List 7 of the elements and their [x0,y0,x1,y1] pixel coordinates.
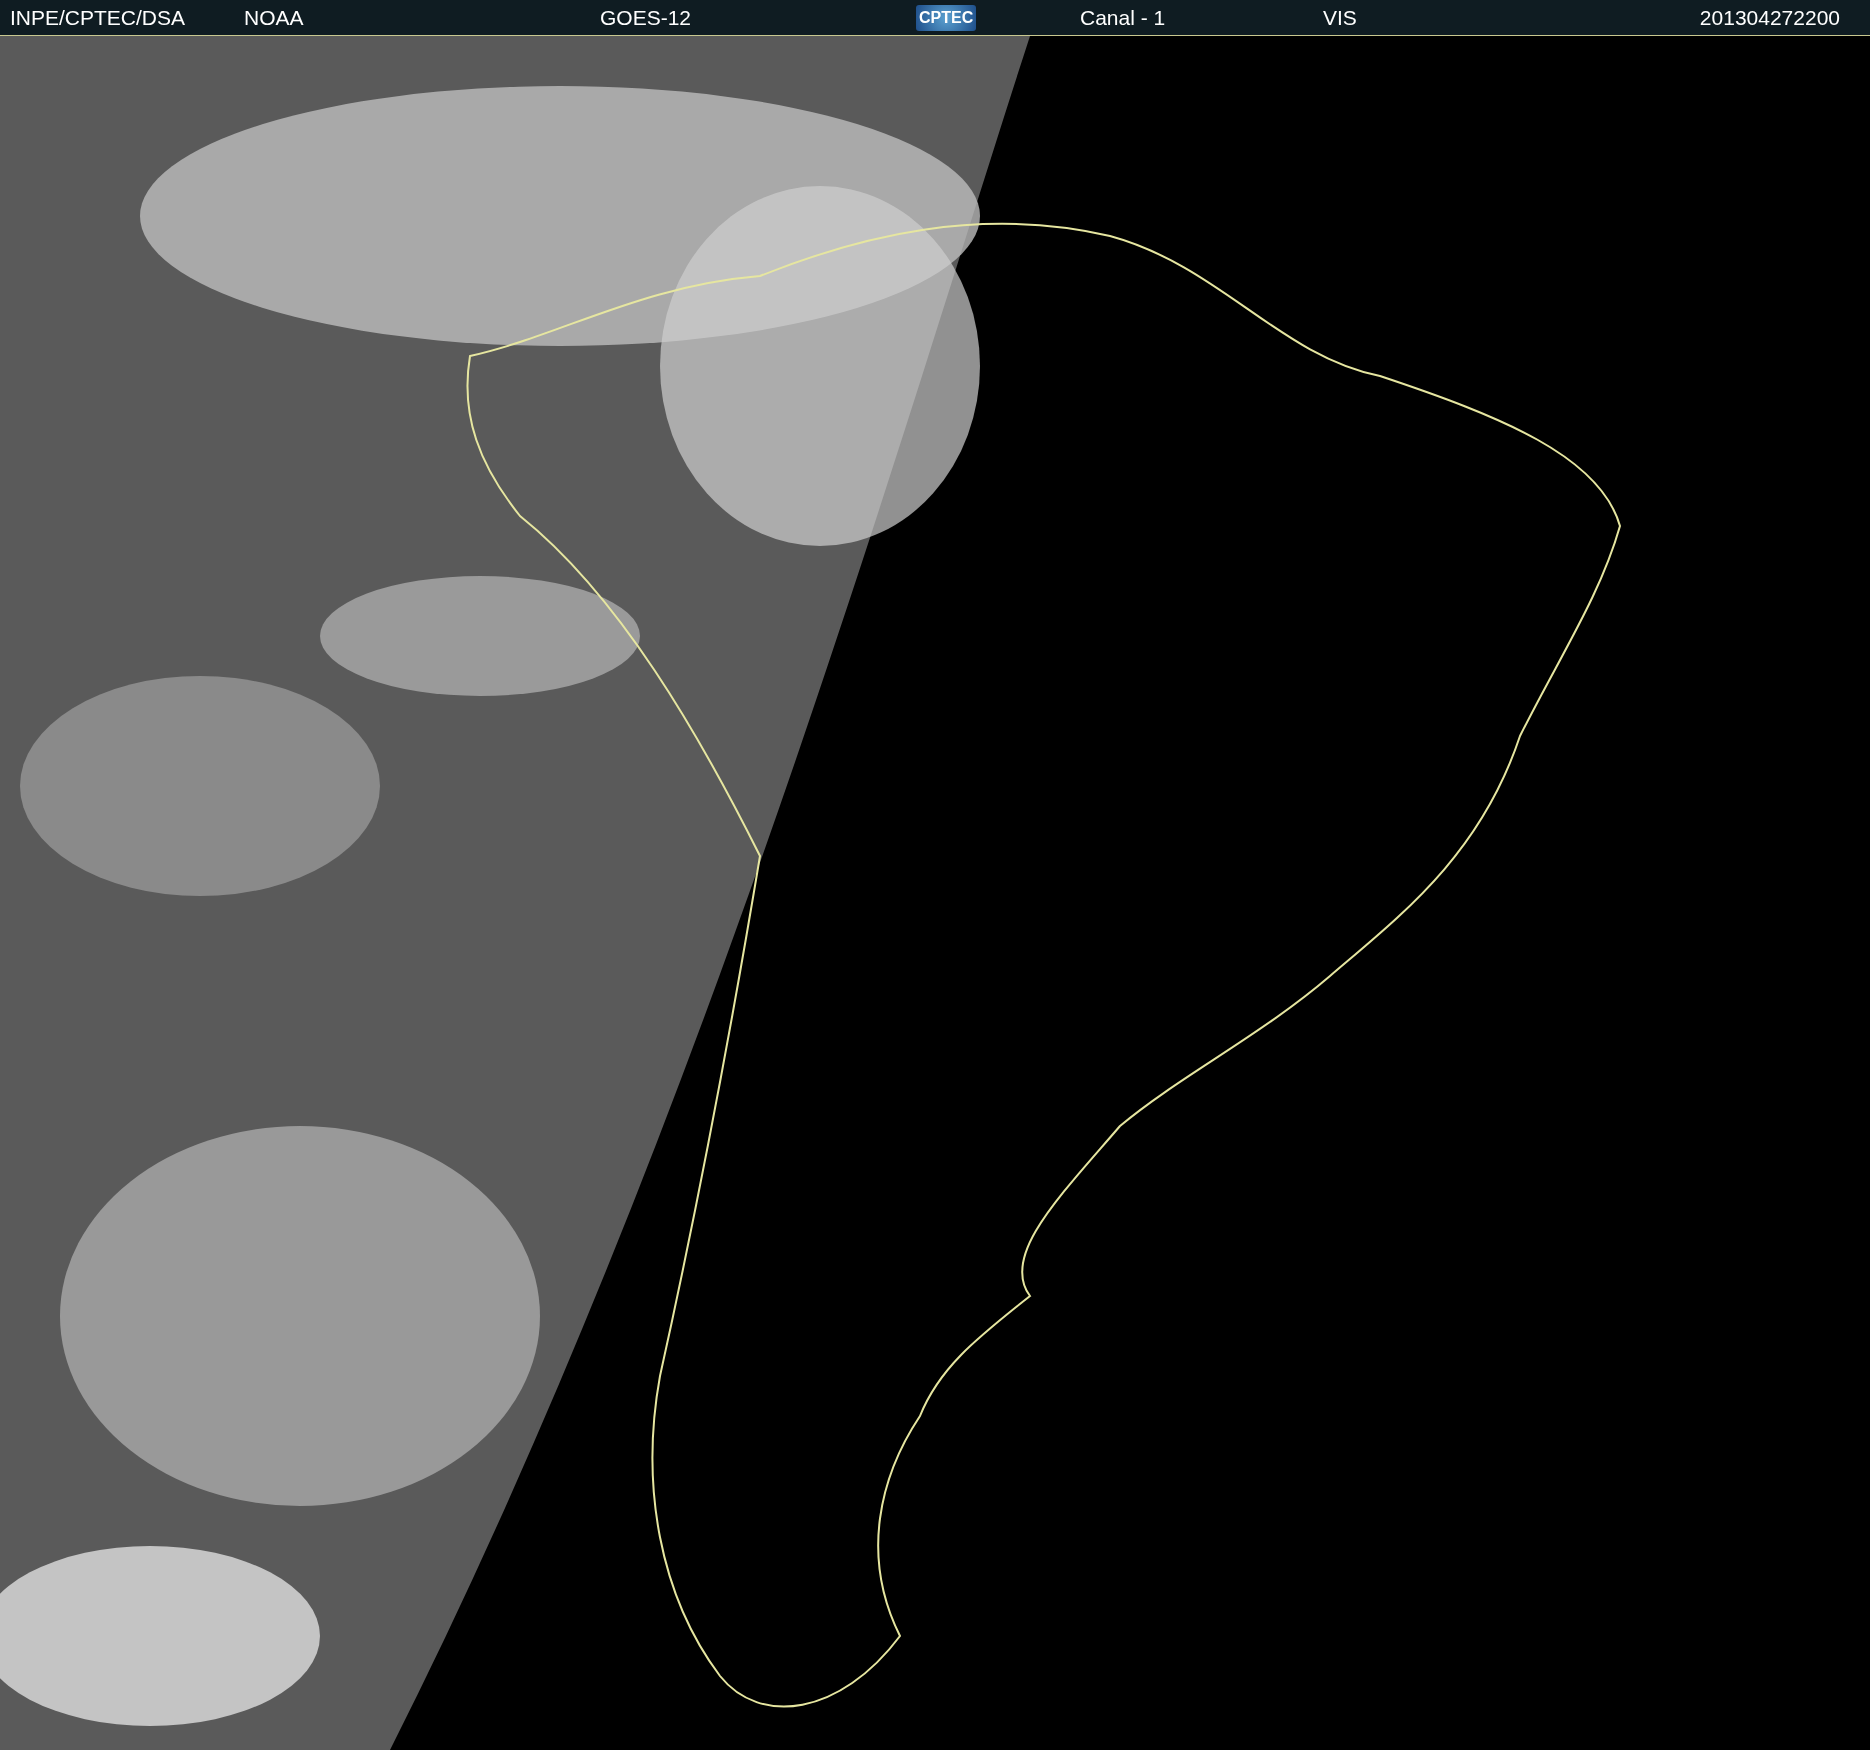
header-label: 201304272200 [1699,5,1840,30]
header-label: NOAA [244,5,304,30]
header-label: VIS [1323,5,1357,30]
header-label: Canal - 1 [1080,5,1166,30]
header-label: INPE/CPTEC/DSA [10,5,186,30]
logo: CPTEC [916,4,977,31]
header-label: GOES-12 [600,5,692,30]
